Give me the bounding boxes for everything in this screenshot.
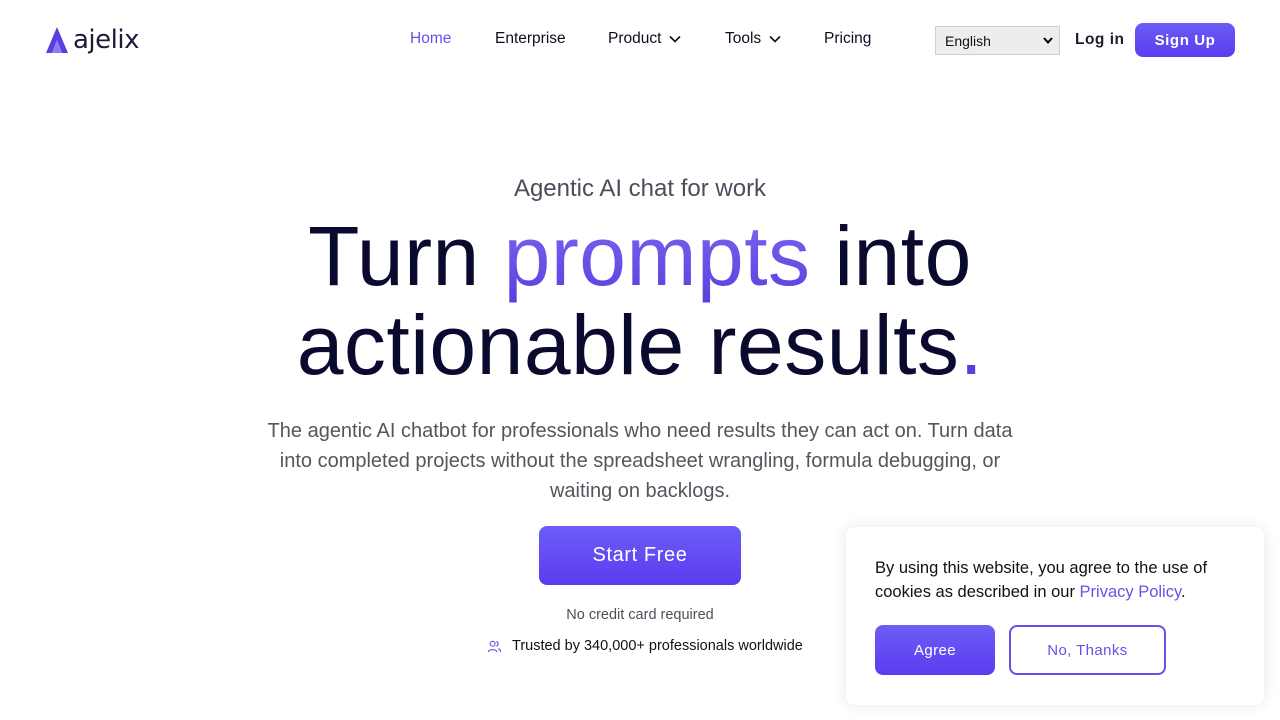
cookie-text-after: . xyxy=(1181,583,1186,601)
headline-line2: actionable results xyxy=(296,298,960,392)
nav-tools[interactable]: Tools xyxy=(725,30,781,48)
nav-enterprise[interactable]: Enterprise xyxy=(495,30,566,48)
language-value: English xyxy=(945,32,991,49)
nav-product-label: Product xyxy=(608,30,662,47)
cookie-agree-button[interactable]: Agree xyxy=(875,625,995,675)
trusted-text: Trusted by 340,000+ professionals worldw… xyxy=(512,638,803,654)
cookie-text: By using this website, you agree to the … xyxy=(875,556,1235,604)
chevron-down-icon xyxy=(769,35,781,43)
nav-pricing-label: Pricing xyxy=(824,30,872,47)
cookie-banner: By using this website, you agree to the … xyxy=(846,527,1264,705)
headline-part1: Turn xyxy=(308,209,504,303)
login-link[interactable]: Log in xyxy=(1075,31,1125,49)
headline-part2: into xyxy=(810,209,972,303)
nav-pricing[interactable]: Pricing xyxy=(824,30,871,48)
language-select[interactable]: English xyxy=(935,26,1060,55)
hero-headline: Turn prompts into actionable results. xyxy=(0,212,1280,390)
signup-button[interactable]: Sign Up xyxy=(1135,23,1235,57)
headline-dot: . xyxy=(959,298,984,392)
hero-eyebrow: Agentic AI chat for work xyxy=(513,175,767,202)
start-free-button[interactable]: Start Free xyxy=(539,526,741,585)
trusted-line: Trusted by 340,000+ professionals worldw… xyxy=(487,638,803,654)
headline-accent: prompts xyxy=(503,209,811,303)
privacy-policy-link[interactable]: Privacy Policy xyxy=(1080,583,1181,601)
nav-home-label: Home xyxy=(410,30,452,47)
nav-product[interactable]: Product xyxy=(608,30,681,48)
nav-enterprise-label: Enterprise xyxy=(495,30,566,47)
chevron-down-icon xyxy=(1043,37,1053,44)
nav-tools-label: Tools xyxy=(725,30,762,47)
chevron-down-icon xyxy=(669,35,681,43)
cookie-decline-button[interactable]: No, Thanks xyxy=(1009,625,1166,675)
nav-home[interactable]: Home xyxy=(410,30,451,48)
site-header: ajelix Home Enterprise Product Tools Pri… xyxy=(0,0,1280,80)
hero-subtext: The agentic AI chatbot for professionals… xyxy=(267,420,1013,502)
users-icon xyxy=(487,640,502,652)
